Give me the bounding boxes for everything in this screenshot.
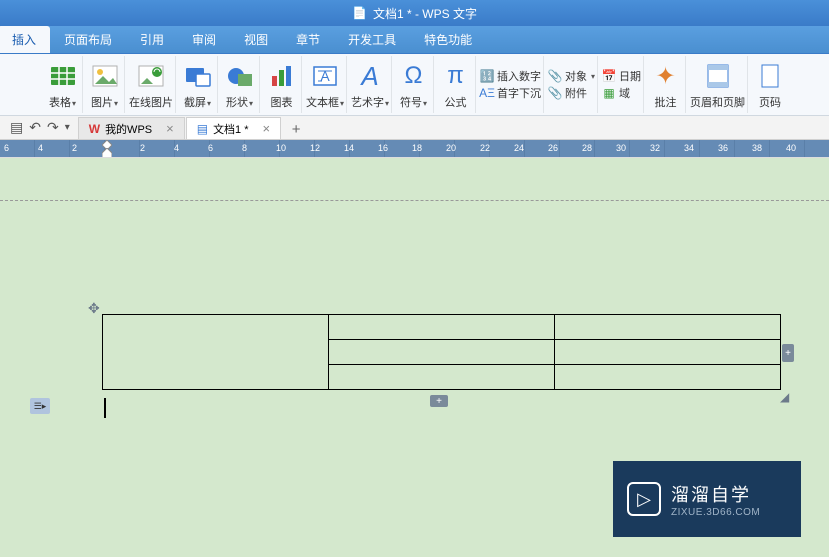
- pi-icon: π: [439, 59, 473, 93]
- ribbon-insert-number[interactable]: 🔢插入数字: [480, 68, 541, 84]
- quick-access: ▤ ↶ ↷ ▾: [2, 116, 78, 139]
- online-image-icon: [134, 59, 168, 93]
- ribbon-item-pagenum[interactable]: 页码: [750, 56, 790, 113]
- ribbon-item-online-image[interactable]: 在线图片: [127, 56, 176, 113]
- new-tab-button[interactable]: +: [286, 119, 306, 139]
- shapes-icon: [223, 59, 257, 93]
- comment-icon: ✦: [649, 59, 683, 93]
- table-cell[interactable]: [329, 340, 555, 365]
- close-icon[interactable]: ×: [263, 121, 271, 136]
- ribbon-item-cover[interactable]: [1, 56, 41, 113]
- watermark-logo-icon: ▷: [627, 482, 661, 516]
- doc-tab-document1[interactable]: ▤ 文档1 * ×: [186, 117, 281, 139]
- image-icon: [88, 59, 122, 93]
- doc-tab-mywps[interactable]: W 我的WPS ×: [78, 117, 185, 139]
- wps-logo-icon: W: [89, 122, 100, 136]
- table-move-handle[interactable]: ✥: [88, 300, 102, 314]
- ribbon-date[interactable]: 📅日期: [602, 68, 641, 84]
- ribbon-object[interactable]: 📎对象▾: [548, 68, 595, 84]
- ribbon-attachment[interactable]: 📎附件: [548, 85, 595, 101]
- watermark-badge: ▷ 溜溜自学 ZIXUE.3D66.COM: [613, 461, 801, 537]
- tab-references[interactable]: 引用: [126, 26, 178, 53]
- omega-icon: Ω: [397, 59, 431, 93]
- ribbon-item-image[interactable]: 图片▾: [85, 56, 125, 113]
- number-icon: 🔢: [480, 69, 494, 83]
- ribbon-small-group-3: 📅日期 ▦域: [600, 56, 644, 113]
- tab-page-layout[interactable]: 页面布局: [50, 26, 126, 53]
- watermark-main-text: 溜溜自学: [671, 481, 760, 507]
- table-cell[interactable]: [555, 340, 781, 365]
- tab-special[interactable]: 特色功能: [410, 26, 486, 53]
- ribbon: 表格▾ 图片▾ 在线图片 截屏▾ 形状▾ 图表 A 文本框▾: [0, 54, 829, 116]
- section-control-button[interactable]: ☰▸: [30, 398, 50, 414]
- table-icon: [46, 59, 80, 93]
- chart-icon: [265, 59, 299, 93]
- qa-dropdown[interactable]: ▾: [65, 122, 70, 133]
- wordart-icon: A: [353, 59, 387, 93]
- ribbon-item-formula[interactable]: π 公式: [436, 56, 476, 113]
- qa-item-1[interactable]: ▤: [10, 119, 23, 136]
- horizontal-ruler[interactable]: 6 4 2 2 4 6 8 10 12 14 16 18 20 22 24 26…: [0, 140, 829, 158]
- date-icon: 📅: [602, 69, 616, 83]
- page-divider: [0, 200, 829, 201]
- tab-insert[interactable]: 插入: [0, 26, 50, 53]
- table-row[interactable]: [103, 315, 781, 340]
- table-add-column-button[interactable]: +: [782, 344, 794, 362]
- screenshot-icon: [181, 59, 215, 93]
- ribbon-small-group-1: 🔢插入数字 AΞ首字下沉: [478, 56, 544, 113]
- ribbon-small-group-2: 📎对象▾ 📎附件: [546, 56, 598, 113]
- textbox-icon: A: [308, 59, 342, 93]
- ribbon-item-table[interactable]: 表格▾: [43, 56, 83, 113]
- header-footer-icon: [701, 59, 735, 93]
- tab-review[interactable]: 审阅: [178, 26, 230, 53]
- document-tabs: ▤ ↶ ↷ ▾ W 我的WPS × ▤ 文档1 * × +: [0, 116, 829, 140]
- close-icon[interactable]: ×: [166, 121, 174, 136]
- redo-icon[interactable]: ↷: [47, 119, 59, 136]
- text-cursor: [104, 398, 106, 418]
- ribbon-item-header-footer[interactable]: 页眉和页脚: [688, 56, 748, 113]
- table-cell[interactable]: [329, 365, 555, 390]
- ribbon-item-screenshot[interactable]: 截屏▾: [178, 56, 218, 113]
- table-cell[interactable]: [329, 315, 555, 340]
- doc-tab-label: 我的WPS: [105, 121, 152, 137]
- menu-bar: 插入 页面布局 引用 审阅 视图 章节 开发工具 特色功能: [0, 26, 829, 54]
- document-area[interactable]: ☰▸ ✥ ◢ + + ▷ 溜溜自学 ZIXUE.3D66.COM: [0, 158, 829, 557]
- attachment-icon: 📎: [548, 86, 562, 100]
- watermark-sub-text: ZIXUE.3D66.COM: [671, 507, 760, 518]
- page-content: [102, 314, 781, 390]
- table-resize-handle[interactable]: ◢: [780, 390, 790, 400]
- blank-icon: [5, 68, 39, 102]
- tab-section[interactable]: 章节: [282, 26, 334, 53]
- table-add-row-button[interactable]: +: [430, 395, 448, 407]
- ribbon-dropcap[interactable]: AΞ首字下沉: [480, 85, 541, 101]
- ribbon-item-shapes[interactable]: 形状▾: [220, 56, 260, 113]
- ribbon-item-wordart[interactable]: A 艺术字▾: [349, 56, 392, 113]
- indent-marker-bottom[interactable]: [102, 148, 112, 158]
- doc-tab-label: 文档1 *: [213, 121, 248, 137]
- title-bar: 📄 文档1 * - WPS 文字: [0, 0, 829, 26]
- document-table[interactable]: [102, 314, 781, 390]
- object-icon: 📎: [548, 69, 562, 83]
- svg-text:A: A: [320, 68, 330, 84]
- undo-icon[interactable]: ↶: [29, 119, 41, 136]
- table-cell[interactable]: [555, 365, 781, 390]
- dropcap-icon: AΞ: [480, 86, 494, 100]
- ribbon-item-chart[interactable]: 图表: [262, 56, 302, 113]
- pagenum-icon: [753, 59, 787, 93]
- field-icon: ▦: [602, 86, 616, 100]
- tab-view[interactable]: 视图: [230, 26, 282, 53]
- ruler-area: 6 4 2 2 4 6 8 10 12 14 16 18 20 22 24 26…: [0, 140, 829, 158]
- tab-developer[interactable]: 开发工具: [334, 26, 410, 53]
- ribbon-item-comment[interactable]: ✦ 批注: [646, 56, 686, 113]
- ribbon-item-textbox[interactable]: A 文本框▾: [304, 56, 347, 113]
- window-title: 文档1 * - WPS 文字: [373, 5, 477, 22]
- svg-text:A: A: [359, 63, 378, 89]
- doc-icon: ▤: [197, 122, 208, 136]
- table-cell-merged[interactable]: [103, 315, 329, 390]
- table-cell[interactable]: [555, 315, 781, 340]
- ribbon-item-symbol[interactable]: Ω 符号▾: [394, 56, 434, 113]
- ribbon-field[interactable]: ▦域: [602, 85, 641, 101]
- app-icon: 📄: [352, 6, 367, 20]
